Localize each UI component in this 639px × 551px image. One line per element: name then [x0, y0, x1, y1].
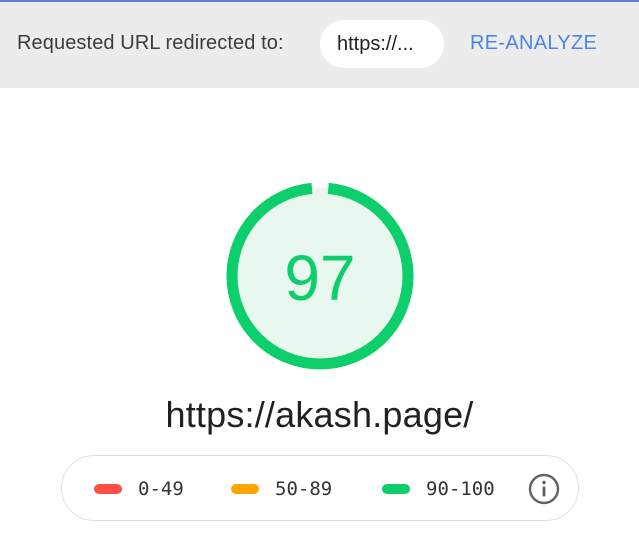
legend-range-fail: 0-49: [138, 478, 184, 500]
score-value: 97: [284, 242, 355, 314]
performance-score-gauge: 97: [218, 174, 422, 378]
pagespeed-report: Requested URL redirected to: https://...…: [0, 0, 639, 551]
analyzed-page-url: https://akash.page/: [165, 394, 474, 435]
score-legend: 0-49 50-89 90-100: [61, 455, 579, 521]
reanalyze-button[interactable]: RE-ANALYZE: [470, 32, 597, 55]
legend-item-pass: 90-100: [382, 456, 495, 522]
legend-swatch-average: [231, 484, 259, 494]
redirect-bar: Requested URL redirected to: https://...…: [0, 2, 639, 88]
info-icon[interactable]: [528, 473, 560, 505]
redirect-label: Requested URL redirected to:: [17, 32, 284, 54]
legend-item-fail: 0-49: [94, 456, 184, 522]
legend-item-average: 50-89: [231, 456, 332, 522]
legend-range-average: 50-89: [275, 478, 333, 500]
redirect-url-chip[interactable]: https://...: [320, 20, 444, 68]
legend-swatch-pass: [382, 484, 410, 494]
legend-swatch-fail: [94, 484, 122, 494]
legend-range-pass: 90-100: [426, 478, 495, 500]
